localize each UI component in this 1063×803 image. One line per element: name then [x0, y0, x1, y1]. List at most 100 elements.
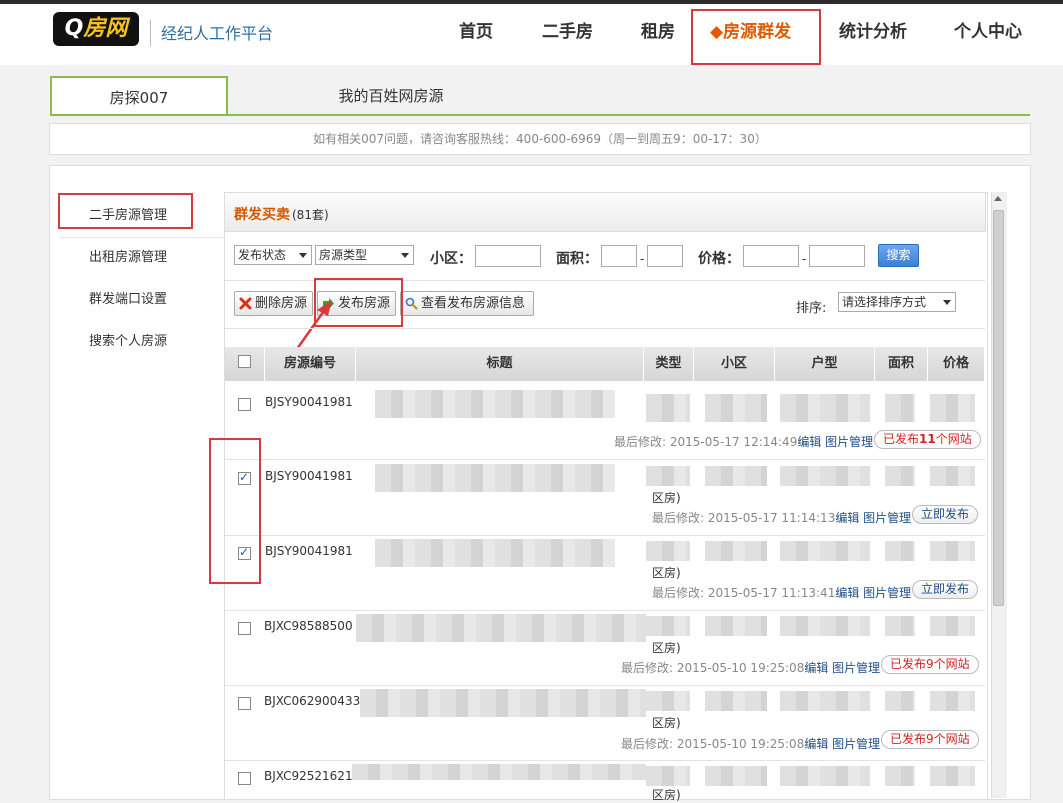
- status-post: 个网站: [935, 432, 972, 446]
- community-input[interactable]: [475, 245, 541, 267]
- header-price[interactable]: 价格: [928, 347, 985, 381]
- row-checkbox[interactable]: [238, 772, 251, 785]
- sidebar-item-rent-manage[interactable]: 出租房源管理: [89, 248, 167, 268]
- sort-select[interactable]: 请选择排序方式: [838, 292, 956, 312]
- modified-label: 最后修改:: [652, 511, 705, 525]
- row-checkbox[interactable]: [238, 622, 251, 635]
- image-manage-link[interactable]: 图片管理: [825, 435, 873, 449]
- panel-count: (81套): [292, 208, 329, 222]
- row-title-blurred: [375, 555, 615, 567]
- row-price-blurred: [930, 616, 975, 636]
- row-layout-blurred: [780, 541, 870, 561]
- edit-link[interactable]: 编辑: [804, 737, 828, 751]
- sort-label: 排序:: [796, 301, 827, 316]
- status-badge[interactable]: 已发布9个网站: [881, 655, 979, 674]
- type-select-value: 房源类型: [319, 248, 368, 262]
- delete-x-icon: [239, 297, 252, 310]
- publish-now-button[interactable]: 立即发布: [912, 580, 979, 599]
- price-min-input[interactable]: [743, 245, 799, 267]
- row-checkbox[interactable]: [238, 697, 251, 710]
- row-community-blurred: [705, 541, 767, 561]
- image-manage-link[interactable]: 图片管理: [832, 737, 880, 751]
- nav-second-hand[interactable]: 二手房: [542, 14, 593, 50]
- row-type-blurred: [646, 394, 690, 422]
- scroll-up-arrow-icon[interactable]: [994, 196, 1002, 201]
- type-select[interactable]: 房源类型: [315, 245, 414, 265]
- price-max-input[interactable]: [809, 245, 865, 267]
- scrollbar-thumb[interactable]: [993, 210, 1004, 606]
- row-area-blurred: [885, 766, 915, 786]
- sidebar-item-port-settings[interactable]: 群发端口设置: [89, 290, 167, 310]
- modified-time: 2015-05-17 11:14:13: [707, 511, 836, 525]
- row-divider: [225, 760, 985, 761]
- row-layout-blurred: [780, 766, 870, 786]
- table-header: 房源编号 标题 类型 小区 户型 面积 价格: [225, 347, 985, 381]
- nav-statistics[interactable]: 统计分析: [839, 14, 907, 50]
- modified-label: 最后修改:: [614, 435, 667, 449]
- modified-label: 最后修改:: [652, 586, 705, 600]
- header-community[interactable]: 小区: [694, 347, 775, 381]
- edit-link[interactable]: 编辑: [797, 435, 821, 449]
- row-area-blurred: [885, 691, 915, 711]
- status-select[interactable]: 发布状态: [234, 245, 312, 265]
- status-num: 9: [926, 732, 934, 746]
- row-title-blurred: [375, 539, 615, 555]
- area-label: 面积：: [556, 251, 598, 267]
- sidebar-item-search-personal[interactable]: 搜索个人房源: [89, 332, 167, 352]
- tab-fangtan007[interactable]: 房探007: [50, 76, 228, 114]
- row-title-blurred: [356, 630, 646, 642]
- header-checkbox-cell: [225, 347, 265, 381]
- header-area[interactable]: 面积: [875, 347, 928, 381]
- row-price-blurred: [930, 466, 975, 486]
- view-published-info-button[interactable]: 查看发布房源信息: [400, 291, 534, 316]
- row-title-blurred: [375, 406, 615, 418]
- row-divider: [225, 610, 985, 611]
- search-button[interactable]: 搜索: [878, 244, 919, 267]
- row-area-blurred: [885, 541, 915, 561]
- row-layout-blurred: [780, 691, 870, 711]
- edit-link[interactable]: 编辑: [804, 661, 828, 675]
- site-logo[interactable]: Q房网: [53, 12, 139, 46]
- row-layout-blurred: [780, 616, 870, 636]
- modified-label: 最后修改:: [621, 661, 674, 675]
- row-community-blurred: [705, 394, 767, 422]
- header-id[interactable]: 房源编号: [265, 347, 356, 381]
- row-price-blurred: [930, 691, 975, 711]
- row-community-blurred: [705, 466, 767, 486]
- status-select-value: 发布状态: [238, 248, 287, 262]
- edit-link[interactable]: 编辑: [835, 511, 859, 525]
- nav-personal-center[interactable]: 个人中心: [954, 14, 1022, 50]
- price-dash: -: [802, 252, 807, 266]
- header-title[interactable]: 标题: [356, 347, 644, 381]
- chevron-down-icon: [299, 253, 307, 258]
- logo-q: Q: [64, 16, 84, 41]
- status-post: 个网站: [933, 657, 970, 671]
- row-area-blurred: [885, 616, 915, 636]
- tab-baixing[interactable]: 我的百姓网房源: [228, 76, 554, 114]
- row-price-blurred: [930, 766, 975, 786]
- row-type-blurred: [646, 541, 690, 561]
- status-badge[interactable]: 已发布11个网站: [874, 430, 981, 449]
- row-divider: [225, 535, 985, 536]
- select-all-checkbox[interactable]: [238, 355, 251, 368]
- row-layout-blurred: [780, 394, 870, 422]
- image-manage-link[interactable]: 图片管理: [863, 586, 911, 600]
- status-post: 个网站: [933, 732, 970, 746]
- row-type-blurred: [646, 616, 690, 636]
- view-info-label: 查看发布房源信息: [421, 296, 526, 311]
- row-id: BJSY90041981: [265, 469, 353, 483]
- area-max-input[interactable]: [647, 245, 683, 267]
- area-min-input[interactable]: [601, 245, 637, 267]
- image-manage-link[interactable]: 图片管理: [863, 511, 911, 525]
- status-badge[interactable]: 已发布9个网站: [881, 730, 979, 749]
- header-layout[interactable]: 户型: [775, 347, 875, 381]
- row-area-blurred: [885, 466, 915, 486]
- nav-home[interactable]: 首页: [459, 14, 493, 50]
- publish-now-button[interactable]: 立即发布: [912, 505, 979, 524]
- row-checkbox[interactable]: [238, 398, 251, 411]
- header-type[interactable]: 类型: [644, 347, 694, 381]
- image-manage-link[interactable]: 图片管理: [832, 661, 880, 675]
- edit-link[interactable]: 编辑: [835, 586, 859, 600]
- nav-rent[interactable]: 租房: [641, 14, 675, 50]
- tab-bar: 房探007 我的百姓网房源: [50, 76, 1030, 116]
